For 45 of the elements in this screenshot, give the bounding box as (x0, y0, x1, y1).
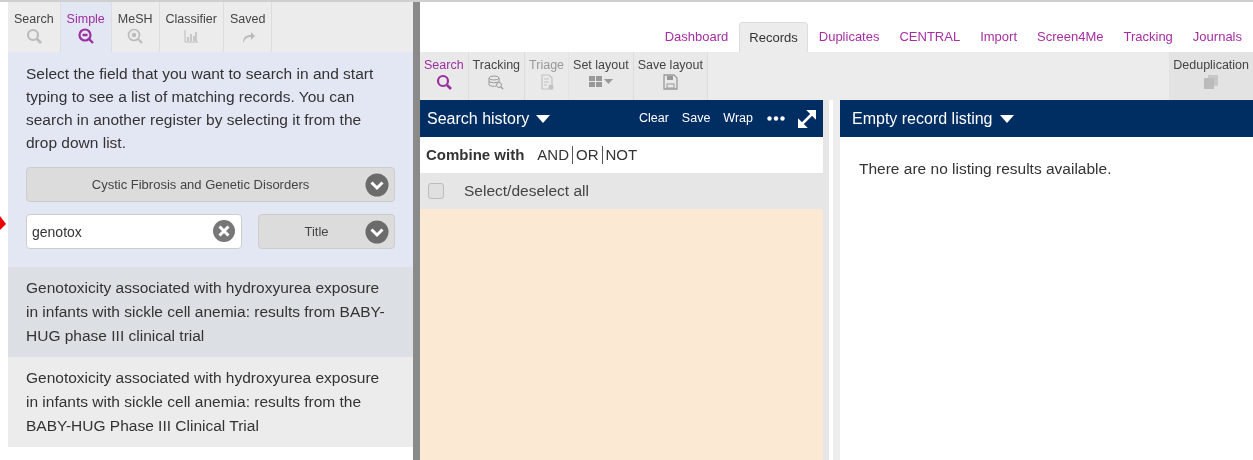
caret-icon[interactable] (536, 114, 551, 123)
result-item[interactable]: Genotoxicity associated with hydroxyurea exposure in infants with sickle cell anemia: results from the BABY-HUG Phase III Clinical Trial (8, 357, 413, 447)
nav-tab[interactable]: Journals (1183, 22, 1251, 52)
field-dropdown[interactable]: Title (258, 214, 395, 249)
search-icon (25, 28, 42, 44)
more-icon[interactable] (767, 116, 785, 121)
tab[interactable]: Simple (60, 2, 112, 52)
empty-message: There are no listing results available. (858, 159, 1113, 179)
chart-icon (183, 28, 200, 44)
header-action[interactable]: Save (681, 109, 711, 128)
result-item[interactable]: Genotoxicity associated with hydroxyurea exposure in infants with sickle cell anemia: results from BABY-HUG phase III clinical trial (8, 267, 413, 357)
database-search-icon (488, 74, 505, 90)
nav-tab[interactable]: Screen4Me (1028, 22, 1113, 52)
header-action[interactable]: Wrap (723, 109, 753, 128)
operator-link[interactable]: AND (537, 143, 569, 167)
panel-title[interactable]: Search history (427, 106, 530, 131)
combine-label: Combine with (426, 144, 525, 165)
search-icon (435, 74, 452, 90)
grid-icon (588, 74, 613, 90)
nav-tab[interactable]: CENTRAL (890, 22, 970, 52)
register-dropdown[interactable]: Cystic Fibrosis and Genetic Disorders (26, 167, 395, 202)
nav-tab[interactable]: Duplicates (809, 22, 889, 52)
nav-tab[interactable]: Records (739, 22, 808, 52)
caret-icon[interactable] (999, 114, 1014, 123)
search-field[interactable]: genotox (26, 214, 242, 249)
nav-tab[interactable]: Dashboard (655, 22, 738, 52)
copy-icon (1203, 74, 1220, 90)
header-action[interactable]: Clear (639, 109, 669, 128)
operator-link[interactable]: OR (576, 143, 599, 167)
toolbar-button[interactable]: Deduplication (1169, 52, 1253, 100)
expand-icon[interactable] (798, 109, 816, 128)
nav-tab[interactable]: Tracking (1114, 22, 1182, 52)
zoom-out-icon (77, 28, 94, 44)
save-icon (662, 74, 679, 90)
document-gear-icon (538, 74, 555, 90)
chevron-icon (365, 172, 389, 197)
magnifier-icon (127, 28, 144, 44)
arrow-icon (0, 216, 6, 230)
nav-tab[interactable]: Import (971, 22, 1026, 52)
chevron-icon (365, 219, 389, 244)
operator-link[interactable]: NOT (605, 143, 638, 167)
clear-icon[interactable] (212, 219, 236, 243)
checkbox[interactable] (428, 183, 444, 199)
panel-title[interactable]: Empty record listing (852, 106, 993, 131)
instructions: Select the field that you want to search in and start typing to see a list of matching records. You can search in another register by selecting it from the drop down list. (26, 64, 375, 153)
